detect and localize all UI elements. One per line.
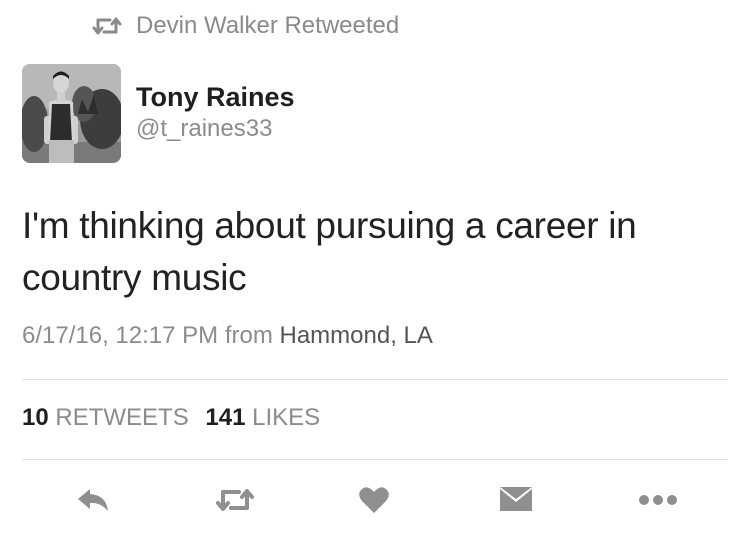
message-button[interactable] <box>496 480 536 520</box>
likes-stat[interactable]: 141 LIKES <box>205 404 330 431</box>
retweet-context-text: Devin Walker Retweeted <box>136 12 400 39</box>
retweets-label: RETWEETS <box>55 404 189 431</box>
heart-icon <box>359 486 389 514</box>
retweet-button[interactable] <box>212 480 258 520</box>
display-name[interactable]: Tony Raines <box>136 80 295 114</box>
tweet-text-line: I'm thinking about pursuing a career in <box>22 205 637 246</box>
more-dots-icon <box>638 494 678 506</box>
retweet-context[interactable]: Devin Walker Retweeted <box>92 10 399 42</box>
timestamp: 6/17/16, 12:17 PM <box>22 322 219 349</box>
avatar[interactable] <box>22 64 121 163</box>
divider <box>22 459 728 460</box>
from-label: from <box>224 322 273 349</box>
tweet-author: Tony Raines @t_raines33 <box>22 64 295 163</box>
tweet-stats: 10 RETWEETS 141 LIKES <box>22 404 330 432</box>
tweet-text: I'm thinking about pursuing a career in … <box>22 200 722 304</box>
retweets-count: 10 <box>22 404 49 431</box>
like-button[interactable] <box>356 480 392 520</box>
reply-button[interactable] <box>72 480 114 520</box>
tweet-actions <box>0 480 750 520</box>
tweet-meta: 6/17/16, 12:17 PM from Hammond, LA <box>22 322 433 350</box>
likes-label: LIKES <box>252 404 321 431</box>
retweet-icon <box>215 486 255 514</box>
user-handle[interactable]: @t_raines33 <box>136 114 295 144</box>
tweet-text-line: country music <box>22 257 247 298</box>
author-names[interactable]: Tony Raines @t_raines33 <box>136 80 295 144</box>
retweet-icon <box>92 15 122 37</box>
location-link[interactable]: Hammond, LA <box>279 322 432 349</box>
likes-count: 141 <box>205 404 246 431</box>
divider <box>22 379 728 380</box>
envelope-icon <box>499 486 533 514</box>
more-button[interactable] <box>634 480 682 520</box>
reply-icon <box>76 487 110 513</box>
retweets-stat[interactable]: 10 RETWEETS <box>22 404 199 431</box>
